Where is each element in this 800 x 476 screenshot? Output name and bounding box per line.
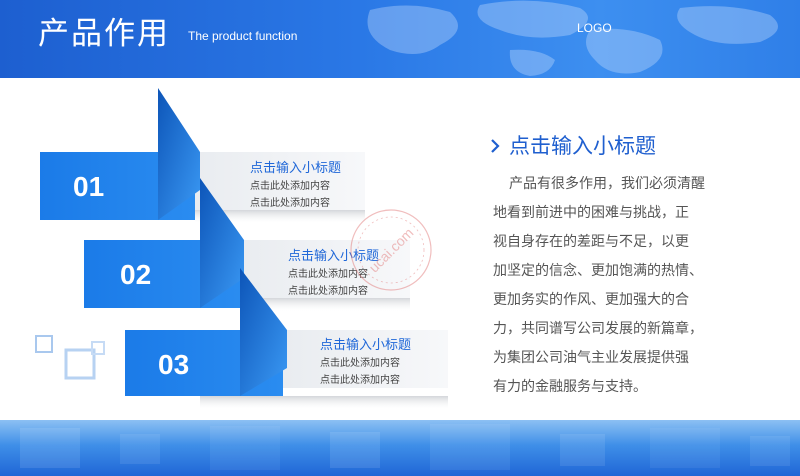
content-panel: 点击输入小标题 bbox=[490, 130, 770, 162]
paragraph-line: 视自身存在的差距与不足，以更 bbox=[493, 234, 689, 250]
step-3-line-2: 点击此处添加内容 bbox=[320, 375, 400, 386]
paragraph-line: 地看到前进中的困难与挑战，正 bbox=[493, 205, 689, 221]
step-3-title: 点击输入小标题 bbox=[320, 338, 412, 353]
world-map-decoration bbox=[367, 0, 778, 76]
panel-heading: 点击输入小标题 bbox=[509, 134, 656, 158]
page-subtitle: The product function bbox=[188, 29, 298, 43]
step-3-text: 点击输入小标题 点击此处添加内容 点击此处添加内容 bbox=[320, 337, 411, 389]
step-3-number: 03 bbox=[158, 349, 190, 380]
watermark-stamp: ucai.com bbox=[350, 209, 432, 291]
footer-pattern bbox=[20, 424, 790, 470]
step-3-line-1: 点击此处添加内容 bbox=[320, 358, 400, 369]
step-1-text: 点击输入小标题 点击此处添加内容 点击此处添加内容 bbox=[250, 160, 341, 212]
footer-banner bbox=[0, 420, 800, 476]
paragraph-line: 产品有很多作用，我们必须清醒 bbox=[509, 176, 705, 192]
step-1-title: 点击输入小标题 bbox=[250, 161, 342, 176]
step-1-number: 01 bbox=[73, 171, 105, 202]
paragraph-line: 更加务实的作风、更加强大的合 bbox=[493, 292, 689, 308]
paragraph-line: 力，共同谱写公司发展的新篇章， bbox=[493, 321, 703, 337]
chevron-right-icon bbox=[491, 139, 500, 153]
paragraph-line: 为集团公司油气主业发展提供强 bbox=[493, 350, 689, 366]
paragraph-line: 加坚定的信念、更加饱满的热情、 bbox=[493, 263, 703, 279]
page-title: 产品作用 bbox=[38, 16, 170, 52]
step-3-shadow bbox=[200, 396, 448, 410]
step-1-line-2: 点击此处添加内容 bbox=[250, 198, 330, 209]
paragraph-line: 有力的金融服务与支持。 bbox=[493, 379, 647, 395]
panel-heading-row: 点击输入小标题 bbox=[490, 130, 770, 162]
header-banner: 产品作用 The product function LOGO bbox=[0, 0, 800, 78]
logo-text: LOGO bbox=[577, 21, 612, 35]
panel-paragraph: 产品有很多作用，我们必须清醒 地看到前进中的困难与挑战，正 视自身存在的差距与不… bbox=[493, 170, 769, 402]
step-1-line-1: 点击此处添加内容 bbox=[250, 181, 330, 192]
watermark-text: ucai.com bbox=[366, 225, 417, 276]
step-2-number: 02 bbox=[120, 259, 152, 290]
